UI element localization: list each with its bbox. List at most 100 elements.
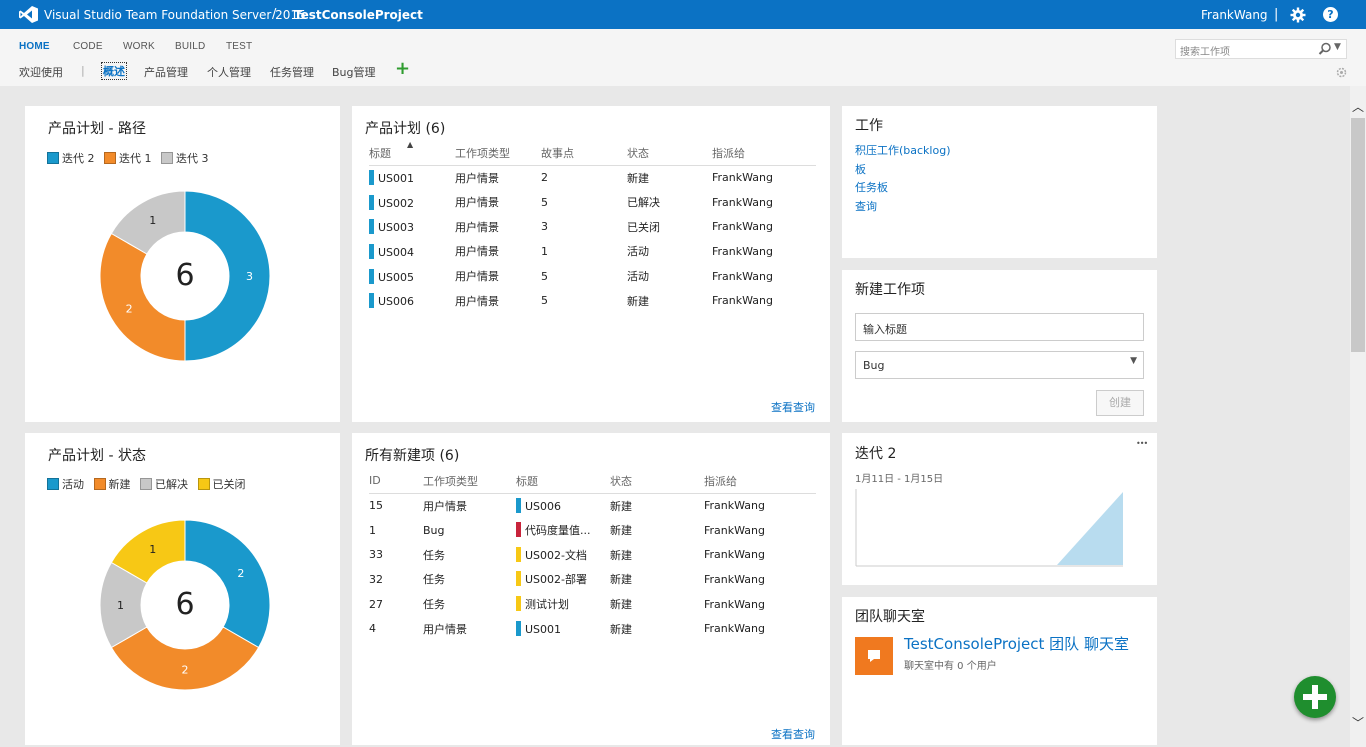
table-cell: 用户情景 xyxy=(455,165,541,190)
cell-text: 新建 xyxy=(627,171,649,185)
search-input[interactable]: 搜索工作项 ▼ xyxy=(1175,39,1347,59)
taskboard-link[interactable]: 任务板 xyxy=(855,179,951,198)
table-cell: FrankWang xyxy=(712,288,816,313)
column-id[interactable]: ID xyxy=(369,469,423,494)
scroll-up-icon[interactable]: ︿ xyxy=(1352,98,1364,115)
table-row[interactable]: 33 任务 US002-文档 新建 FrankWang xyxy=(369,542,816,567)
product-name[interactable]: Visual Studio Team Foundation Server 201… xyxy=(44,8,306,22)
donut-slice[interactable] xyxy=(110,626,260,691)
burndown-chart[interactable] xyxy=(855,489,1125,569)
column-state[interactable]: 状态 xyxy=(627,141,712,166)
tab-overview[interactable]: 概述 xyxy=(101,62,127,80)
page-scrollbar[interactable]: ︿ ﹀ xyxy=(1350,86,1366,747)
column-assigned-to[interactable]: 指派给 xyxy=(712,141,816,166)
column-type[interactable]: 工作项类型 xyxy=(455,141,541,166)
add-widget-button[interactable] xyxy=(1294,676,1336,718)
legend-item: 新建 xyxy=(93,476,131,492)
table-row[interactable]: 4 用户情景 US001 新建 FrankWang xyxy=(369,616,816,641)
column-type[interactable]: 工作项类型 xyxy=(423,469,516,494)
tile-work[interactable]: 工作 积压工作(backlog) 板 任务板 查询 xyxy=(842,106,1157,258)
column-assigned-to[interactable]: 指派给 xyxy=(704,469,816,494)
search-dropdown-icon[interactable]: ▼ xyxy=(1334,42,1341,52)
view-query-link[interactable]: 查看查询 xyxy=(771,399,815,415)
tile-iteration[interactable]: 迭代 2 ••• 1月11日 - 1月15日 xyxy=(842,433,1157,585)
table-row[interactable]: 27 任务 测试计划 新建 FrankWang xyxy=(369,592,816,617)
chat-room-icon[interactable] xyxy=(855,637,893,675)
dashboard-settings-icon[interactable] xyxy=(1335,66,1348,79)
status-donut-chart[interactable]: 2 2 1 1 xyxy=(95,515,275,695)
table-row[interactable]: US004 用户情景 1 活动 FrankWang xyxy=(369,239,816,264)
tile-product-plan-path[interactable]: 产品计划 - 路径 迭代 2 迭代 1 迭代 3 321 6 xyxy=(25,106,340,422)
nav-code[interactable]: CODE xyxy=(73,41,103,52)
cell-text[interactable]: US006 xyxy=(525,500,561,513)
view-query-link[interactable]: 查看查询 xyxy=(771,726,815,742)
queries-link[interactable]: 查询 xyxy=(855,198,951,217)
cell-text[interactable]: US004 xyxy=(378,246,414,259)
table-row[interactable]: US006 用户情景 5 新建 FrankWang xyxy=(369,288,816,313)
help-icon[interactable]: ? xyxy=(1323,7,1338,22)
user-name[interactable]: FrankWang xyxy=(1201,8,1268,22)
search-icon[interactable] xyxy=(1318,42,1332,56)
chevron-down-icon[interactable]: ▼ xyxy=(1130,356,1137,366)
scroll-thumb[interactable] xyxy=(1351,118,1365,352)
column-story-points[interactable]: 故事点 xyxy=(541,141,627,166)
work-item-title-input[interactable]: 输入标题 xyxy=(855,313,1144,341)
donut-slice[interactable] xyxy=(99,232,186,362)
remaining-work-area xyxy=(1057,492,1123,565)
cell-text[interactable]: US001 xyxy=(378,172,414,185)
cell-text: FrankWang xyxy=(704,523,765,537)
table-row[interactable]: 15 用户情景 US006 新建 FrankWang xyxy=(369,493,816,518)
cell-text[interactable]: 代码度量值... xyxy=(525,524,591,537)
tile-new-work-item[interactable]: 新建工作项 输入标题 Bug ▼ 创建 xyxy=(842,270,1157,422)
table-row[interactable]: 1 Bug 代码度量值... 新建 FrankWang xyxy=(369,518,816,543)
cell-text[interactable]: US001 xyxy=(525,623,561,636)
cell-text[interactable]: US003 xyxy=(378,221,414,234)
table-row[interactable]: 32 任务 US002-部署 新建 FrankWang xyxy=(369,567,816,592)
tab-welcome[interactable]: 欢迎使用 xyxy=(19,64,63,80)
tile-product-plan-status[interactable]: 产品计划 - 状态 活动 新建 已解决 已关闭 2211 6 xyxy=(25,433,340,745)
donut-slice[interactable] xyxy=(184,190,271,362)
tile-product-plan-query[interactable]: 产品计划 (6) ▲ 标题 工作项类型 故事点 状态 指派给 US001 用户情景… xyxy=(352,106,830,422)
cell-text[interactable]: US002 xyxy=(378,197,414,210)
table-row[interactable]: US001 用户情景 2 新建 FrankWang xyxy=(369,165,816,190)
cell-text: 5 xyxy=(541,269,548,283)
table-row[interactable]: US003 用户情景 3 已关闭 FrankWang xyxy=(369,214,816,239)
cell-text[interactable]: US005 xyxy=(378,271,414,284)
create-button[interactable]: 创建 xyxy=(1096,390,1144,416)
chat-room-link[interactable]: TestConsoleProject 团队 聊天室 xyxy=(904,633,1129,654)
visual-studio-logo-icon[interactable] xyxy=(18,6,38,23)
legend-swatch xyxy=(140,478,152,490)
table-row[interactable]: US005 用户情景 5 活动 FrankWang xyxy=(369,264,816,289)
more-options-icon[interactable]: ••• xyxy=(1136,439,1148,448)
table-cell: FrankWang xyxy=(704,567,816,592)
nav-work[interactable]: WORK xyxy=(123,41,155,52)
cell-text[interactable]: US006 xyxy=(378,295,414,308)
cell-text[interactable]: US002-部署 xyxy=(525,573,587,586)
tab-product-management[interactable]: 产品管理 xyxy=(144,64,188,80)
table-cell: 用户情景 xyxy=(455,239,541,264)
work-item-type-select[interactable]: Bug ▼ xyxy=(855,351,1144,379)
scroll-down-icon[interactable]: ﹀ xyxy=(1352,714,1364,731)
board-link[interactable]: 板 xyxy=(855,161,951,180)
nav-test[interactable]: TEST xyxy=(226,41,252,52)
column-title[interactable]: 标题 xyxy=(369,141,455,166)
column-state[interactable]: 状态 xyxy=(610,469,704,494)
donut-slice[interactable] xyxy=(184,519,271,649)
path-donut-chart[interactable]: 3 2 1 xyxy=(95,186,275,366)
tab-task-management[interactable]: 任务管理 xyxy=(270,64,314,80)
backlog-link[interactable]: 积压工作(backlog) xyxy=(855,142,951,161)
settings-gear-icon[interactable] xyxy=(1290,7,1306,23)
add-dashboard-button[interactable]: + xyxy=(395,58,410,79)
tab-bug-management[interactable]: Bug管理 xyxy=(332,64,376,80)
cell-text[interactable]: 测试计划 xyxy=(525,598,569,611)
cell-text[interactable]: US002-文档 xyxy=(525,549,587,562)
tab-personal-management[interactable]: 个人管理 xyxy=(207,64,251,80)
tile-team-room[interactable]: 团队聊天室 TestConsoleProject 团队 聊天室 聊天室中有 0 … xyxy=(842,597,1157,745)
table-cell: 任务 xyxy=(423,567,516,592)
project-name[interactable]: TestConsoleProject xyxy=(294,8,423,22)
nav-build[interactable]: BUILD xyxy=(175,41,205,52)
tile-all-new-items[interactable]: 所有新建项 (6) ID 工作项类型 标题 状态 指派给 15 用户情景 US006… xyxy=(352,433,830,745)
column-title[interactable]: 标题 xyxy=(516,469,610,494)
nav-home[interactable]: HOME xyxy=(19,41,50,52)
table-row[interactable]: US002 用户情景 5 已解决 FrankWang xyxy=(369,190,816,215)
